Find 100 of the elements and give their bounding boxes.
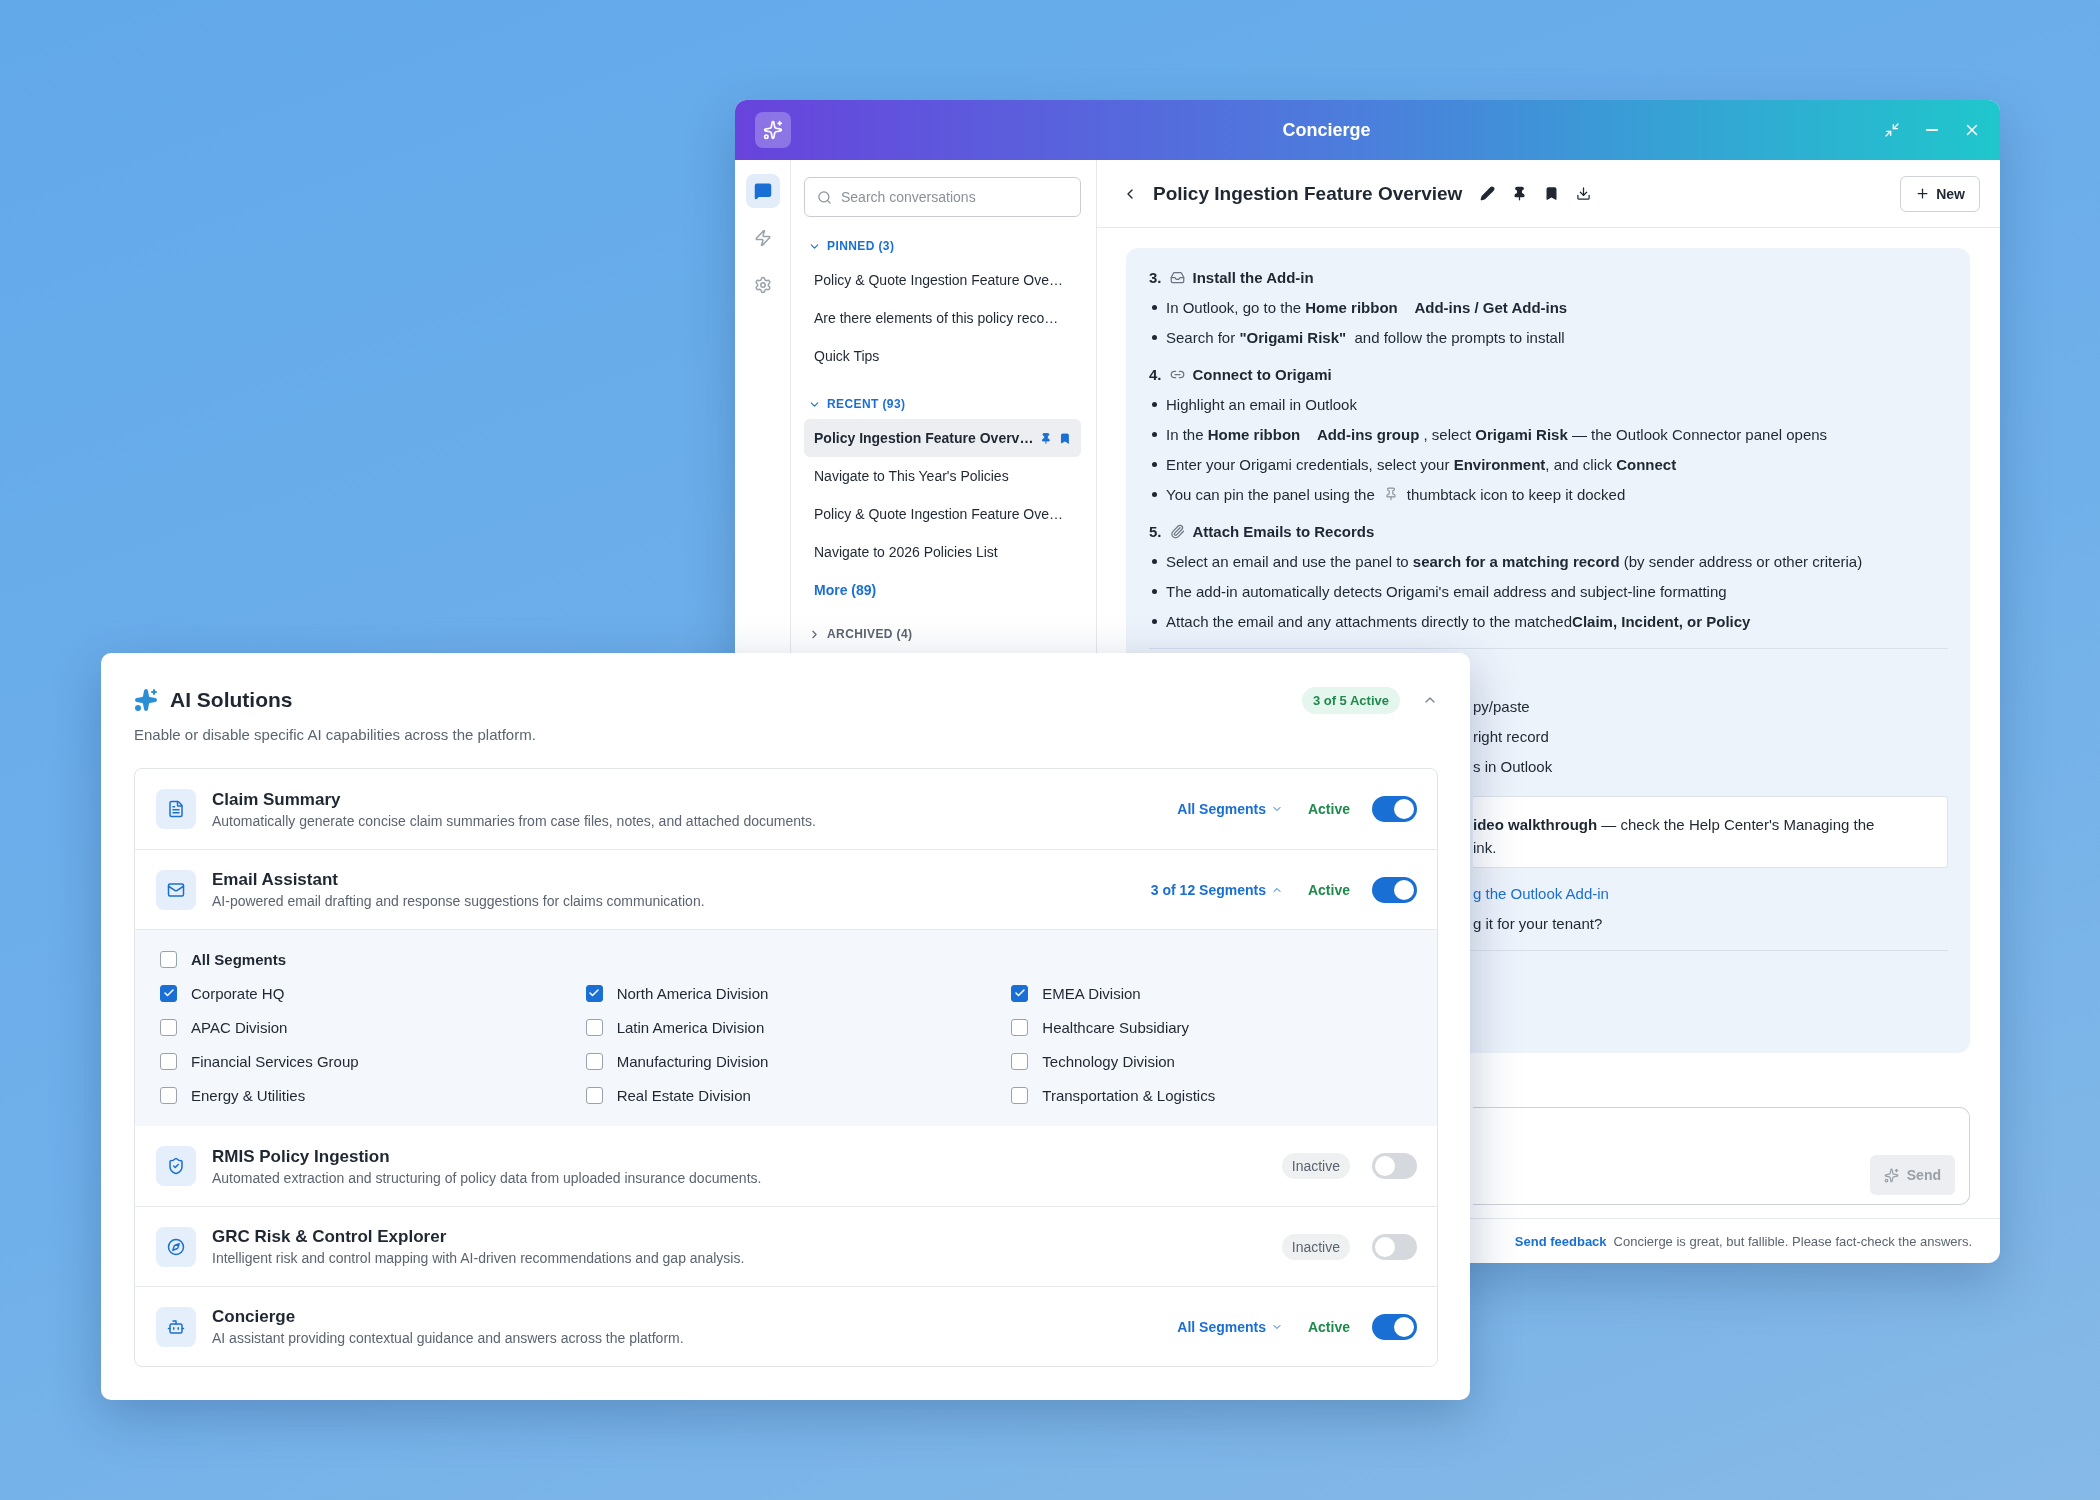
download-button[interactable] [1574,184,1593,203]
plus-icon [1915,186,1931,201]
segments-dropdown[interactable]: All Segments [1177,1318,1283,1335]
note-text: ink. [1473,838,1498,858]
sparkle-icon [134,688,158,712]
segment-label: Energy & Utilities [191,1086,306,1104]
conversation-item[interactable]: Navigate to 2026 Policies List [804,533,1081,571]
feature-name: GRC Risk & Control Explorer [212,1227,448,1247]
bullet-text: Highlight an email in Outlook [1166,395,1357,413]
status-badge: Inactive [1281,1233,1350,1260]
segment-label: Manufacturing Division [616,1052,769,1070]
segment-label: Latin America Division [616,1018,765,1036]
sparkle-icon [1883,1167,1899,1183]
bullet-text: Enter your Origami credentials, select your Environment, and click Connect [1166,455,1677,473]
edit-button[interactable] [1478,184,1497,203]
segment-label: APAC Division [191,1018,288,1036]
checkbox[interactable] [1011,1052,1029,1070]
conversation-title: Policy Ingestion Feature Overview [1153,182,1463,205]
answer-text: g it for your tenant? [1473,914,1603,932]
segments-dropdown[interactable]: All Segments [1177,801,1283,817]
checkbox[interactable] [160,1018,177,1036]
bullet-dot [1152,588,1157,594]
bullet-dot [1152,334,1157,340]
check-icon [162,987,175,999]
segment-label: Healthcare Subsidiary [1042,1018,1190,1036]
bookmark-icon[interactable] [1059,431,1071,445]
search-field[interactable]: Search conversations [804,177,1081,217]
inbox-icon [1169,269,1185,285]
segment-label: Real Estate Division [616,1086,751,1104]
checkbox[interactable] [585,984,603,1002]
segments-dropdown[interactable]: 3 of 12 Segments [1150,881,1283,898]
bullet-text: The add-in automatically detects Origami's email address and subject-line formatting [1166,582,1727,600]
feedback-link[interactable]: Send feedback [1514,1233,1607,1249]
bullet-dot [1152,491,1157,497]
step-number: 3. [1149,268,1162,286]
conversation-item[interactable]: Policy & Quote Ingestion Feature Ove… [804,261,1081,299]
toggle-switch[interactable] [1372,1153,1417,1179]
feature-description: AI-powered email drafting and response suggestions for claims communication. [212,893,706,909]
chat-tab[interactable] [745,174,780,208]
checkbox[interactable] [160,950,177,968]
status-label: Active [1307,801,1350,817]
feature-name: Email Assistant [212,870,339,890]
collapse-icon [1884,122,1900,138]
toggle-switch[interactable] [1372,1233,1417,1260]
pencil-icon [1479,186,1495,201]
checkbox[interactable] [160,1086,177,1104]
download-icon [1575,186,1591,201]
checkbox[interactable] [1011,1018,1029,1036]
pin-icon[interactable] [1040,431,1053,445]
bullet-text: Search for "Origami Risk" and follow the prompts to install [1166,328,1565,346]
checkbox[interactable] [1011,1086,1029,1104]
robot-icon [167,1317,185,1336]
feature-description: Intelligent risk and control mapping with AI-driven recommendations and gap analysis. [212,1250,746,1266]
segment-label: Corporate HQ [191,984,285,1002]
sparkle-icon [763,120,783,140]
step-heading: Install the Add-in [1192,268,1314,286]
new-button[interactable]: New [1900,175,1980,212]
help-link[interactable]: g the Outlook Add-in [1473,884,1609,902]
active-count-badge: 3 of 5 Active [1301,686,1400,714]
checkbox[interactable] [585,1086,603,1104]
checkbox[interactable] [160,1052,177,1070]
toggle-switch[interactable] [1372,876,1417,903]
note-text: ideo walkthrough — check the Help Center's Managing the [1473,815,1876,835]
status-label: Active [1307,1318,1350,1335]
disclaimer-text: Concierge is great, but fallible. Please fact-check the answers. [1613,1233,1972,1249]
bullet-text: thumbtack icon to keep it docked [1406,485,1626,503]
status-label: Active [1307,881,1350,898]
step-number: 4. [1149,365,1162,383]
toggle-switch[interactable] [1372,1313,1417,1340]
conversation-item[interactable]: Policy Ingestion Feature Overv… [804,419,1081,457]
section-header[interactable]: PINNED (3) [804,231,899,261]
bullet-text: In Outlook, go to the Home ribbon Add-ins / Get Add-ins [1166,298,1568,316]
feature-description: Automated extraction and structuring of policy data from uploaded insurance documents. [212,1169,763,1186]
conversation-item[interactable]: Quick Tips [804,337,1081,375]
answer-text: s in Outlook [1473,757,1553,775]
checkbox[interactable] [585,1052,603,1070]
conversation-item[interactable]: Navigate to This Year's Policies [804,457,1081,495]
bullet-dot [1152,401,1157,407]
checkbox[interactable] [160,984,177,1002]
minimize-icon [1926,129,1938,131]
settings-icon [753,276,772,294]
segment-label: Technology Division [1042,1052,1175,1070]
paperclip-icon [1169,523,1185,539]
section-header[interactable]: RECENT (93) [804,389,910,419]
bullet-text: Attach the email and any attachments directly to the matchedClaim, Incident, or Policy [1166,612,1751,630]
bullet-dot [1152,304,1157,310]
conversation-item[interactable]: Policy & Quote Ingestion Feature Ove… [804,495,1081,533]
panel-title: AI Solutions [170,688,293,712]
checkbox[interactable] [585,1018,603,1036]
more-link[interactable]: More (89) [804,571,887,609]
shield-icon [167,1157,185,1175]
check-icon [588,987,601,999]
conversation-item[interactable]: Are there elements of this policy reco… [804,299,1081,337]
section-header[interactable]: ARCHIVED (4) [804,619,917,649]
checkbox[interactable] [1011,984,1029,1002]
step-heading: Connect to Origami [1192,365,1332,383]
feature-description: AI assistant providing contextual guidance and answers across the platform. [212,1330,685,1346]
feature-name: Concierge [212,1307,297,1327]
answer-text: right record [1473,727,1549,745]
toggle-switch[interactable] [1372,796,1417,822]
